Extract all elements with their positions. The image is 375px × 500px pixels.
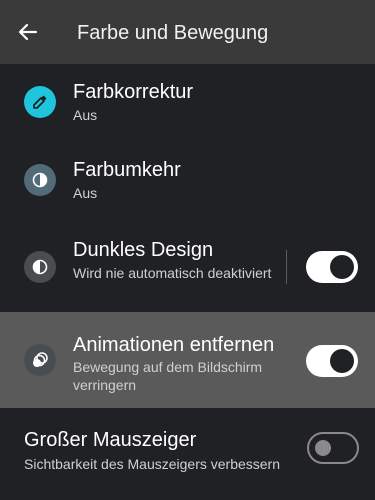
setting-color-correction[interactable]: Farbkorrektur Aus — [0, 64, 375, 142]
app-bar: Farbe und Bewegung — [0, 0, 375, 64]
color-inversion-icon — [24, 164, 56, 196]
setting-title: Großer Mauszeiger — [24, 429, 197, 451]
remove-animations-toggle[interactable] — [306, 345, 358, 377]
setting-large-pointer[interactable]: Großer Mauszeiger Sichtbarkeit des Mausz… — [0, 408, 375, 500]
setting-title: Dunkles Design — [73, 239, 214, 261]
setting-dark-theme[interactable]: Dunkles Design Wird nie automatisch deak… — [0, 220, 375, 312]
setting-subtitle: Bewegung auf dem Bildschirm verringern — [73, 359, 263, 393]
setting-color-inversion[interactable]: Farbumkehr Aus — [0, 142, 375, 220]
setting-subtitle: Sichtbarkeit des Mauszeigers verbessern — [24, 456, 281, 472]
divider — [286, 250, 287, 284]
back-button[interactable] — [14, 20, 42, 44]
eyedropper-icon — [24, 86, 56, 118]
setting-title: Animationen entfernen — [73, 334, 275, 356]
toggle-knob — [315, 440, 331, 456]
animation-icon — [24, 344, 56, 376]
large-pointer-toggle[interactable] — [307, 432, 359, 464]
setting-subtitle: Aus — [73, 185, 98, 201]
setting-subtitle: Wird nie automatisch deaktiviert — [73, 265, 272, 281]
toggle-knob — [330, 255, 354, 279]
dark-theme-icon — [24, 251, 56, 283]
page-title: Farbe und Bewegung — [77, 22, 269, 44]
setting-title: Farbumkehr — [73, 159, 181, 181]
toggle-knob — [330, 349, 354, 373]
setting-subtitle: Aus — [73, 107, 98, 123]
dark-theme-toggle[interactable] — [306, 251, 358, 283]
setting-title: Farbkorrektur — [73, 81, 194, 103]
arrow-back-icon — [18, 23, 38, 41]
setting-remove-animations[interactable]: Animationen entfernen Bewegung auf dem B… — [0, 312, 375, 408]
